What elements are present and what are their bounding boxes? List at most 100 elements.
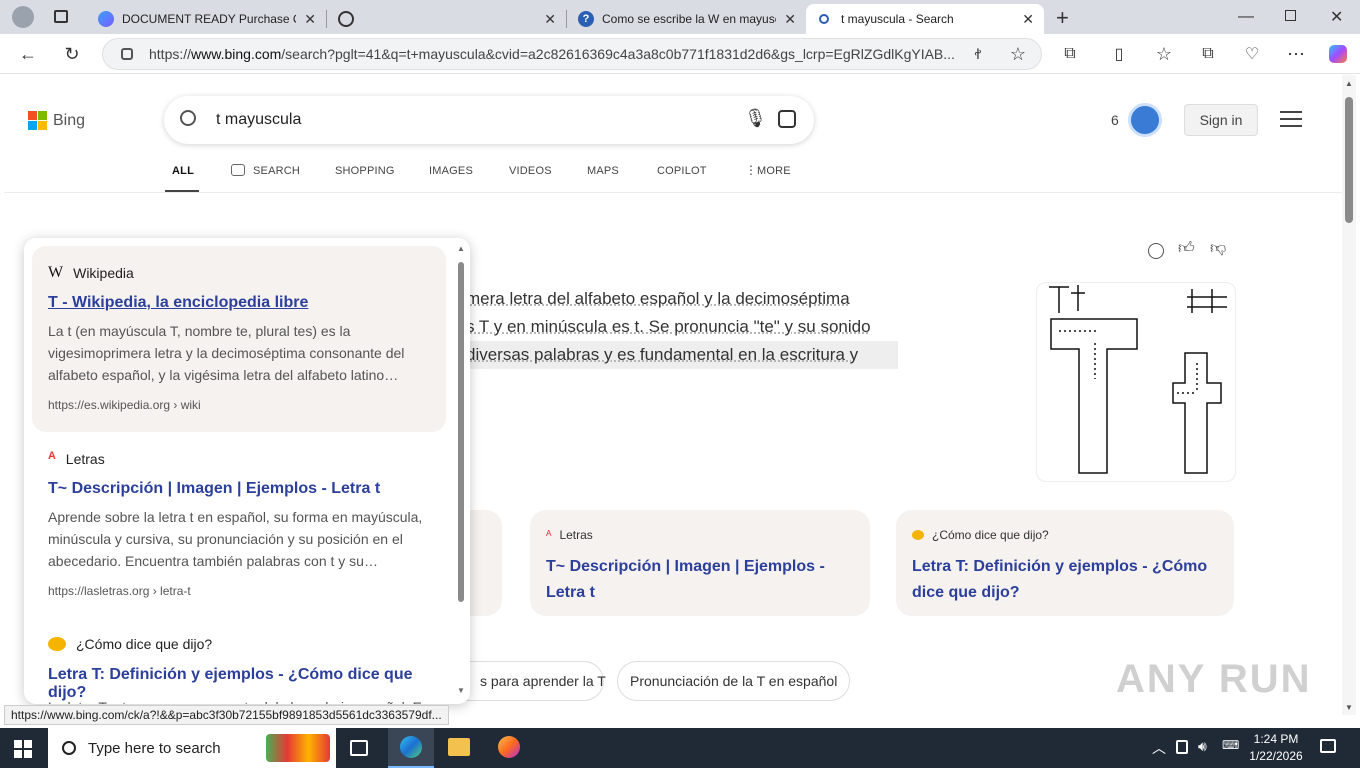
hamburger-menu-icon[interactable]: [1280, 111, 1302, 127]
result-title[interactable]: T~ Descripción | Imagen | Ejemplos - Let…: [48, 480, 380, 498]
status-bar-url: https://www.bing.com/ck/a?!&&p=abc3f30b7…: [4, 705, 449, 725]
close-window-button[interactable]: ✕: [1330, 7, 1343, 27]
copilot-sparkle-icon[interactable]: [1148, 243, 1164, 259]
back-button[interactable]: ←: [16, 42, 40, 66]
result-description: La letra T o te es una consonante del ab…: [48, 696, 432, 704]
answer-text: mera letra del alfabeto español y la dec…: [466, 285, 898, 369]
nav-images[interactable]: IMAGES: [429, 165, 473, 177]
answer-line-2: s T y en minúscula es t. Se pronuncia "t…: [466, 317, 871, 336]
copilot-icon[interactable]: [1326, 42, 1350, 66]
result-url[interactable]: https://es.wikipedia.org › wiki: [48, 398, 201, 412]
taskbar-search-box[interactable]: Type here to search: [48, 728, 336, 768]
start-button[interactable]: [14, 740, 32, 758]
new-tab-button[interactable]: +: [1056, 5, 1069, 31]
address-bar[interactable]: https://www.bing.com/search?pglt=41&q=t+…: [102, 38, 1042, 70]
clock[interactable]: 1:24 PM 1/22/2026: [1248, 731, 1304, 765]
nav-search[interactable]: SEARCH: [253, 165, 300, 177]
network-icon[interactable]: [1176, 740, 1188, 754]
globe-icon: [338, 11, 354, 27]
search-input[interactable]: t mayuscula: [216, 111, 301, 129]
como-dice-logo-icon: [48, 637, 66, 651]
browser-essentials-icon[interactable]: ♡: [1240, 42, 1264, 66]
popup-result-como-dice[interactable]: ¿Cómo dice que dijo? Letra T: Definición…: [32, 618, 446, 704]
result-title[interactable]: T - Wikipedia, la enciclopedia libre: [48, 294, 308, 312]
edge-taskbar-icon[interactable]: [388, 728, 434, 768]
site-info-icon[interactable]: [121, 48, 133, 60]
nav-maps[interactable]: MAPS: [587, 165, 619, 177]
nav-videos[interactable]: VIDEOS: [509, 165, 552, 177]
popup-scrollbar-thumb[interactable]: [458, 262, 464, 602]
result-description: La t (en mayúscula T, nombre te, plural …: [48, 323, 405, 383]
url-domain: www.bing.com: [191, 46, 282, 62]
refresh-button[interactable]: ↻: [60, 42, 84, 66]
search-icon: [180, 110, 196, 126]
card-title[interactable]: Letra T: Definición y ejemplos - ¿Cómo d…: [912, 554, 1218, 606]
page-scrollbar[interactable]: ▲ ▼: [1342, 75, 1356, 715]
tab-close-icon[interactable]: ✕: [544, 11, 556, 28]
restore-button[interactable]: [1285, 10, 1296, 21]
minimize-button[interactable]: —: [1238, 8, 1254, 26]
result-site-label: ¿Cómo dice que dijo?: [76, 636, 213, 652]
tray-chevron-icon[interactable]: ︿: [1152, 738, 1166, 758]
tab-close-icon[interactable]: ✕: [1022, 11, 1034, 28]
related-search-pill[interactable]: Pronunciación de la T en español: [617, 661, 851, 701]
read-aloud-icon[interactable]: ꬷ: [966, 42, 990, 66]
search-icon: [819, 14, 829, 24]
result-site-label: Wikipedia: [73, 265, 134, 281]
tab-label: Como se escribe la W en mayuscu: [602, 12, 777, 26]
firefox-icon[interactable]: [498, 736, 520, 758]
page-scrollbar-thumb[interactable]: [1345, 97, 1353, 223]
search-box[interactable]: t mayuscula 🎙: [164, 96, 814, 144]
popup-scrollbar[interactable]: ▲ ▼: [456, 244, 466, 698]
extensions-icon[interactable]: ⧉: [1058, 42, 1082, 66]
letter-t-image[interactable]: [1036, 282, 1236, 482]
microphone-icon[interactable]: 🎙: [744, 108, 767, 129]
sign-in-button[interactable]: Sign in: [1184, 104, 1258, 136]
more-dots-icon: ⋮: [745, 163, 757, 177]
tab-document-ready[interactable]: DOCUMENT READY Purchase Orc ✕: [88, 4, 326, 34]
card-title[interactable]: T~ Descripción | Imagen | Ejemplos - Let…: [546, 554, 854, 606]
letras-logo-icon: ᴬ: [546, 528, 552, 542]
card-source-label: Letras: [559, 528, 593, 542]
notifications-icon[interactable]: [1320, 739, 1336, 753]
popup-result-wikipedia[interactable]: W Wikipedia T - Wikipedia, la enciclopedi…: [32, 246, 446, 432]
related-search-label: Pronunciación de la T en español: [630, 673, 838, 689]
visual-search-icon[interactable]: [778, 110, 796, 128]
result-card-letras[interactable]: ᴬ Letras T~ Descripción | Imagen | Ejempl…: [530, 510, 870, 616]
nav-all[interactable]: ALL: [172, 165, 194, 177]
language-icon[interactable]: ⌨: [1222, 738, 1239, 752]
nav-copilot[interactable]: COPILOT: [657, 165, 707, 177]
popup-result-letras[interactable]: ᴬ Letras T~ Descripción | Imagen | Ejempl…: [32, 432, 446, 618]
browser-toolbar: ← ↻ https://www.bing.com/search?pglt=41&…: [0, 34, 1360, 74]
tab-actions-icon[interactable]: [54, 10, 68, 23]
rewards-icon[interactable]: [1128, 103, 1162, 137]
result-site: ¿Cómo dice que dijo?: [48, 636, 212, 652]
split-screen-icon[interactable]: ▯: [1107, 42, 1131, 66]
tab-blank[interactable]: ✕: [328, 4, 566, 34]
tab-t-mayuscula-search[interactable]: t mayuscula - Search ✕: [806, 4, 1044, 34]
result-url[interactable]: https://lasletras.org › letra-t: [48, 584, 191, 598]
nav-more[interactable]: MORE: [757, 165, 791, 177]
letter-t-drawing: [1049, 285, 1227, 474]
tab-como-se-escribe[interactable]: ? Como se escribe la W en mayuscu ✕: [568, 4, 806, 34]
thumbs-down-icon[interactable]: 👎︎: [1210, 239, 1226, 258]
search-highlight-icon: [266, 734, 330, 762]
nav-shopping[interactable]: SHOPPING: [335, 165, 395, 177]
file-explorer-icon[interactable]: [448, 738, 470, 756]
bing-logo[interactable]: Bing: [28, 111, 85, 130]
favorite-star-icon[interactable]: ☆: [1006, 42, 1030, 66]
thumbs-up-icon[interactable]: 👍︎: [1178, 239, 1195, 258]
profile-avatar-icon[interactable]: [12, 6, 34, 28]
taskbar-search-placeholder: Type here to search: [88, 739, 221, 757]
collections-icon[interactable]: ⧉: [1196, 42, 1220, 66]
volume-icon[interactable]: 🔊︎: [1198, 738, 1207, 755]
rewards-count: 6: [1111, 112, 1119, 128]
tab-close-icon[interactable]: ✕: [304, 11, 316, 28]
task-view-icon[interactable]: [350, 740, 368, 756]
result-card-como-dice[interactable]: ¿Cómo dice que dijo? Letra T: Definición…: [896, 510, 1234, 616]
answer-line-1: mera letra del alfabeto español y la dec…: [466, 289, 850, 308]
tab-close-icon[interactable]: ✕: [784, 11, 796, 28]
more-menu-icon[interactable]: ⋯: [1284, 42, 1308, 66]
url-rest: /search?pglt=41&q=t+mayuscula&cvid=a2c82…: [281, 46, 955, 62]
favorites-icon[interactable]: ☆: [1152, 42, 1176, 66]
